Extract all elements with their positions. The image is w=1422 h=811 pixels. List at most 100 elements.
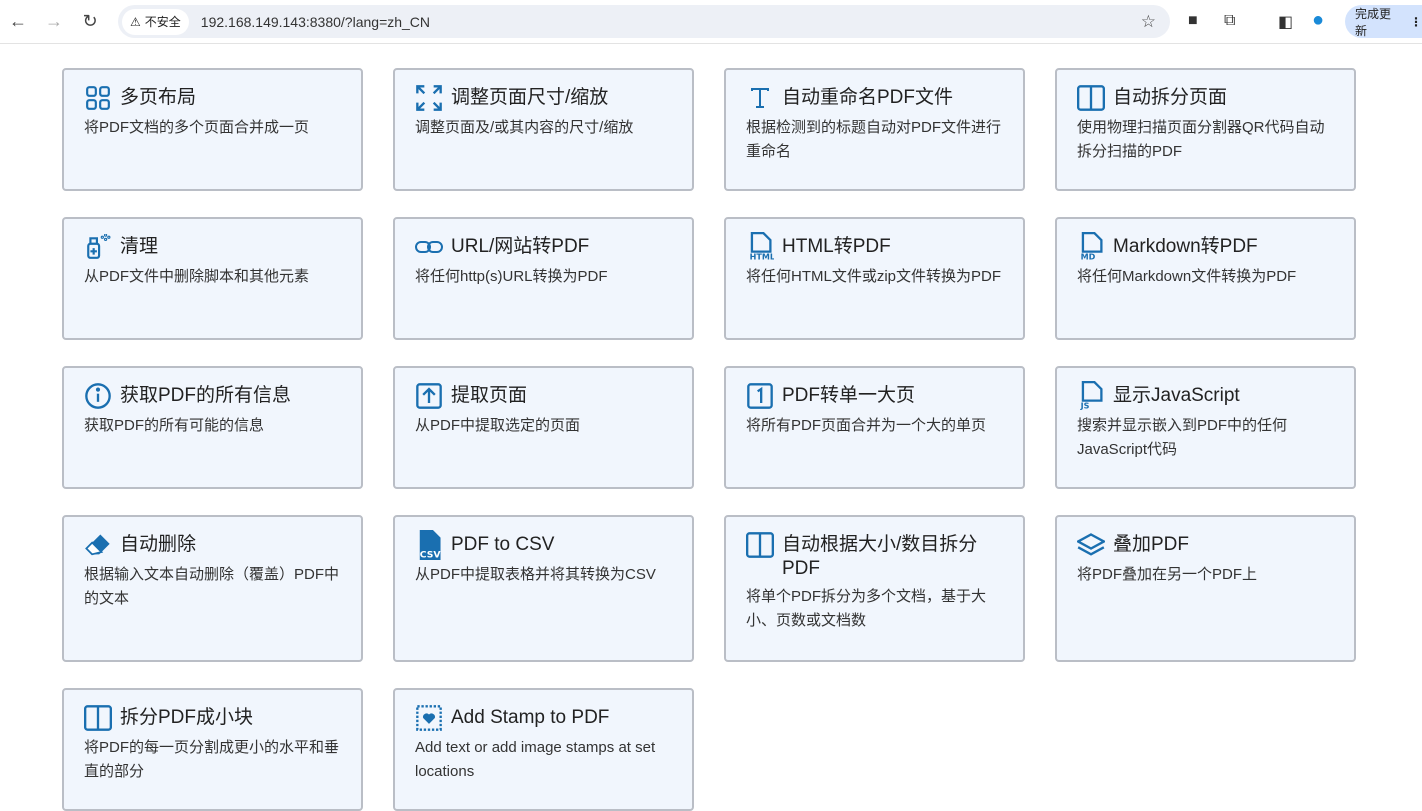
svg-text:CSV: CSV bbox=[420, 550, 442, 560]
tool-card[interactable]: 自动重命名PDF文件根据检测到的标题自动对PDF文件进行重命名 bbox=[724, 68, 1025, 191]
html-file-icon: HTML bbox=[746, 232, 774, 262]
tool-card[interactable]: 提取页面从PDF中提取选定的页面 bbox=[393, 366, 694, 489]
card-title: PDF转单一大页 bbox=[782, 385, 916, 406]
card-title: PDF to CSV bbox=[451, 534, 555, 555]
tool-card[interactable]: 自动根据大小/数目拆分PDF 将单个PDF拆分为多个文档，基于大小、页数或文档数 bbox=[724, 515, 1025, 662]
split-icon bbox=[746, 531, 774, 559]
csv-file-icon: CSV bbox=[415, 530, 443, 560]
tool-card[interactable]: URL/网站转PDF 将任何http(s)URL转换为PDF bbox=[393, 217, 694, 340]
info-icon bbox=[84, 382, 112, 410]
card-title: 叠加PDF bbox=[1113, 534, 1190, 555]
tool-card[interactable]: 拆分PDF成小块将PDF的每一页分割成更小的水平和垂直的部分 bbox=[62, 688, 363, 811]
security-label: 不安全 bbox=[144, 15, 181, 29]
card-title: URL/网站转PDF bbox=[451, 236, 590, 257]
card-title: 调整页面尺寸/缩放 bbox=[451, 87, 609, 108]
card-header: 自动根据大小/数目拆分PDF bbox=[746, 531, 1003, 581]
url-text[interactable]: 192.168.149.143:8380/?lang=zh_CN bbox=[201, 14, 430, 30]
card-header: MD Markdown转PDF bbox=[1077, 232, 1334, 262]
tool-card[interactable]: Add Stamp to PDF Add text or add image st… bbox=[393, 688, 694, 811]
grid-icon bbox=[84, 84, 112, 112]
card-title: 多页布局 bbox=[120, 87, 197, 108]
tool-card[interactable]: MD Markdown转PDF 将任何Markdown文件转换为PDF bbox=[1055, 217, 1356, 340]
card-header: JS 显示JavaScript bbox=[1077, 381, 1334, 411]
split-page-icon bbox=[1077, 84, 1105, 112]
link-icon bbox=[415, 233, 443, 261]
card-description: 将PDF文档的多个页面合并成一页 bbox=[84, 119, 310, 136]
tool-card[interactable]: 调整页面尺寸/缩放调整页面及/或其内容的尺寸/缩放 bbox=[393, 68, 694, 191]
card-title: 清理 bbox=[120, 236, 159, 257]
resize-icon bbox=[415, 84, 443, 112]
tool-card[interactable]: PDF转单一大页 将所有PDF页面合并为一个大的单页 bbox=[724, 366, 1025, 489]
card-header: HTML HTML转PDF bbox=[746, 232, 1003, 262]
card-title: 自动根据大小/数目拆分PDF bbox=[782, 534, 978, 579]
card-description: 从PDF中提取表格并将其转换为CSV bbox=[415, 566, 656, 583]
card-header: 调整页面尺寸/缩放 bbox=[415, 84, 672, 112]
menu-dots-icon[interactable]: ⋮ bbox=[1410, 15, 1422, 29]
split-chunks-icon bbox=[84, 704, 112, 732]
card-description: 将PDF叠加在另一个PDF上 bbox=[1077, 566, 1258, 583]
eraser-icon bbox=[84, 531, 112, 559]
profile-avatar-icon[interactable]: ● bbox=[1312, 9, 1324, 32]
tool-card[interactable]: HTML HTML转PDF 将任何HTML文件或zip文件转换为PDF bbox=[724, 217, 1025, 340]
card-header: 多页布局 bbox=[84, 84, 341, 112]
extract-upload-icon bbox=[415, 382, 443, 410]
markdown-file-icon: MD bbox=[1077, 232, 1105, 262]
forward-button[interactable]: → bbox=[36, 11, 72, 32]
address-bar[interactable]: ⚠ 不安全 192.168.149.143:8380/?lang=zh_CN ☆ bbox=[118, 5, 1170, 38]
card-header: CSV PDF to CSV bbox=[415, 530, 672, 560]
card-title: 自动重命名PDF文件 bbox=[782, 87, 954, 108]
card-description: 根据输入文本自动删除（覆盖）PDF中的文本 bbox=[84, 566, 340, 607]
card-title: Add Stamp to PDF bbox=[451, 707, 610, 728]
tool-card[interactable]: 自动拆分页面使用物理扫描页面分割器QR代码自动拆分扫描的PDF bbox=[1055, 68, 1356, 191]
card-header: 自动拆分页面 bbox=[1077, 84, 1334, 112]
card-description: 将任何HTML文件或zip文件转换为PDF bbox=[746, 268, 1002, 285]
svg-text:HTML: HTML bbox=[750, 253, 774, 262]
extension-icon[interactable]: ■ bbox=[1188, 12, 1198, 30]
update-button[interactable]: 完成更新 ⋮ bbox=[1345, 5, 1422, 38]
card-description: 将任何Markdown文件转换为PDF bbox=[1077, 268, 1297, 285]
stamp-icon bbox=[415, 704, 443, 732]
bookmark-star-icon[interactable]: ☆ bbox=[1141, 12, 1156, 32]
card-description: 将PDF的每一页分割成更小的水平和垂直的部分 bbox=[84, 739, 340, 780]
card-header: URL/网站转PDF bbox=[415, 233, 672, 261]
card-description: 从PDF文件中删除脚本和其他元素 bbox=[84, 268, 310, 285]
card-description: 搜索并显示嵌入到PDF中的任何JavaScript代码 bbox=[1077, 417, 1288, 458]
card-header: 叠加PDF bbox=[1077, 531, 1334, 559]
card-title: 显示JavaScript bbox=[1113, 385, 1240, 406]
card-title: HTML转PDF bbox=[782, 236, 891, 257]
tool-card[interactable]: CSV PDF to CSV 从PDF中提取表格并将其转换为CSV bbox=[393, 515, 694, 662]
sidebar-icon[interactable]: ◧ bbox=[1278, 12, 1293, 32]
security-chip[interactable]: ⚠ 不安全 bbox=[122, 8, 189, 35]
tool-card[interactable]: 多页布局将PDF文档的多个页面合并成一页 bbox=[62, 68, 363, 191]
card-header: 提取页面 bbox=[415, 382, 672, 410]
card-title: 拆分PDF成小块 bbox=[120, 707, 254, 728]
card-header: PDF转单一大页 bbox=[746, 382, 1003, 410]
tool-card[interactable]: 自动删除根据输入文本自动删除（覆盖）PDF中的文本 bbox=[62, 515, 363, 662]
tool-card[interactable]: 获取PDF的所有信息获取PDF的所有可能的信息 bbox=[62, 366, 363, 489]
puzzle-extensions-icon[interactable]: ⧉ bbox=[1224, 12, 1235, 30]
card-header: 拆分PDF成小块 bbox=[84, 704, 341, 732]
card-header: 自动删除 bbox=[84, 531, 341, 559]
single-page-icon bbox=[746, 382, 774, 410]
card-description: 将任何http(s)URL转换为PDF bbox=[415, 268, 608, 285]
tool-card[interactable]: JS 显示JavaScript 搜索并显示嵌入到PDF中的任何JavaScript代… bbox=[1055, 366, 1356, 489]
warning-icon: ⚠ bbox=[130, 14, 141, 29]
svg-text:MD: MD bbox=[1081, 253, 1096, 262]
tool-card[interactable]: 清理从PDF文件中删除脚本和其他元素 bbox=[62, 217, 363, 340]
card-description: Add text or add image stamps at set loca… bbox=[415, 739, 656, 780]
card-description: 将单个PDF拆分为多个文档，基于大小、页数或文档数 bbox=[746, 588, 987, 629]
card-description: 获取PDF的所有可能的信息 bbox=[84, 417, 265, 434]
tool-card[interactable]: 叠加PDF 将PDF叠加在另一个PDF上 bbox=[1055, 515, 1356, 662]
card-title: 自动删除 bbox=[120, 534, 197, 555]
back-button[interactable]: ← bbox=[0, 11, 36, 32]
browser-toolbar: ← → ↻ ⚠ 不安全 192.168.149.143:8380/?lang=zh… bbox=[0, 0, 1422, 44]
card-header: 获取PDF的所有信息 bbox=[84, 382, 341, 410]
reload-button[interactable]: ↻ bbox=[72, 11, 108, 32]
card-description: 使用物理扫描页面分割器QR代码自动拆分扫描的PDF bbox=[1077, 119, 1325, 160]
card-description: 调整页面及/或其内容的尺寸/缩放 bbox=[415, 119, 634, 136]
card-description: 根据检测到的标题自动对PDF文件进行重命名 bbox=[746, 119, 1002, 160]
card-description: 从PDF中提取选定的页面 bbox=[415, 417, 581, 434]
layers-icon bbox=[1077, 531, 1105, 559]
text-icon bbox=[746, 84, 774, 112]
card-header: 清理 bbox=[84, 233, 341, 261]
